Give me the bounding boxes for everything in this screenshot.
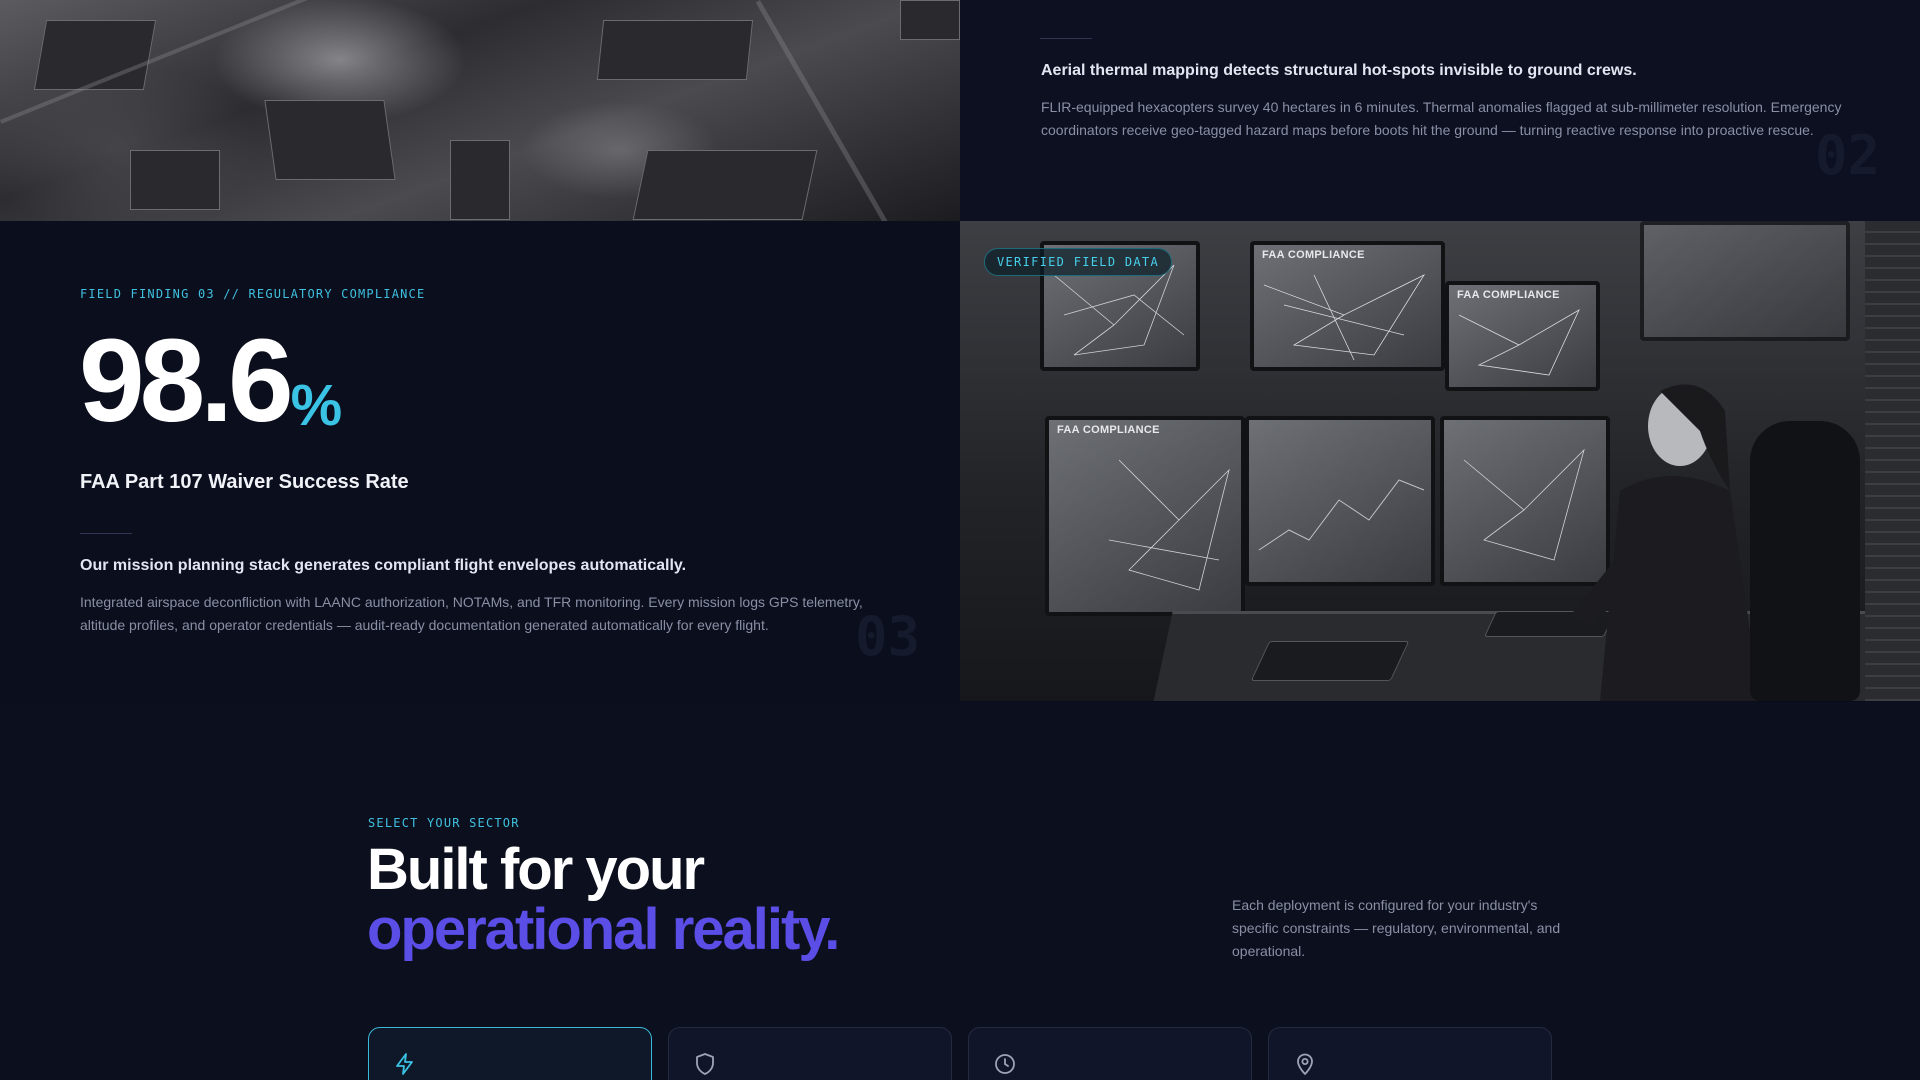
data-dashboard-graphic [1258,479,1425,551]
stat-value: 98.6 [79,315,294,447]
sector-heading-line1: Built for your [367,837,705,902]
sector-card-security[interactable] [668,1027,952,1080]
sector-card-location[interactable] [1268,1027,1552,1080]
map-pin-icon [1297,1053,1313,1075]
sector-card-emergency[interactable] [368,1027,652,1080]
finding-03-row: FIELD FINDING 03 // REGULATORY COMPLIANC… [0,221,1920,701]
stat-unit: % [290,373,343,438]
finding-03-body: Integrated airspace deconfliction with L… [80,594,863,633]
server-rack [1865,221,1920,701]
map-network-graphic [1263,274,1426,361]
operations-center-photo: FAA COMPLIANCE FAA COMPLIANCE FAA COMPLI… [960,221,1920,701]
monitor: FAA COMPLIANCE [1045,416,1245,616]
monitor [1245,416,1435,586]
divider [80,533,132,534]
sector-card-timing[interactable] [968,1027,1252,1080]
finding-02-row: Aerial thermal mapping detects structura… [0,0,1920,221]
verified-badge: VERIFIED FIELD DATA [984,248,1172,276]
finding-02-index: 02 [1815,124,1881,187]
stat-label: FAA Part 107 Waiver Success Rate [80,471,409,493]
verified-badge-label: VERIFIED FIELD DATA [997,255,1159,269]
finding-02-lead: Aerial thermal mapping detects structura… [1041,62,1637,79]
monitor: FAA COMPLIANCE [1250,241,1445,371]
finding-03-eyebrow: FIELD FINDING 03 // REGULATORY COMPLIANC… [80,287,426,301]
keyboard [1250,641,1410,681]
clock-icon [995,1054,1015,1074]
sector-description: Each deployment is configured for your i… [1232,897,1561,959]
finding-03-panel: FIELD FINDING 03 // REGULATORY COMPLIANC… [0,221,960,701]
sector-section: SELECT YOUR SECTOR Built for your operat… [0,702,1920,1080]
sector-cards [368,1027,1552,1080]
shield-icon [696,1053,714,1075]
compliance-stat: 98.6 % [79,321,342,441]
disaster-site-aerial-photo [0,0,960,221]
sector-heading-line2: operational reality. [367,897,840,962]
finding-03-lead: Our mission planning stack generates com… [80,557,687,574]
sector-eyebrow: SELECT YOUR SECTOR [368,816,520,830]
map-network-graphic [1108,459,1230,591]
monitor [1640,221,1850,341]
finding-02-panel: Aerial thermal mapping detects structura… [960,0,1920,221]
finding-02-body: FLIR-equipped hexacopters survey 40 hect… [1041,99,1842,138]
finding-03-index: 03 [855,605,921,668]
divider [1040,38,1092,39]
lightning-icon [396,1053,413,1075]
office-chair [1750,421,1860,701]
